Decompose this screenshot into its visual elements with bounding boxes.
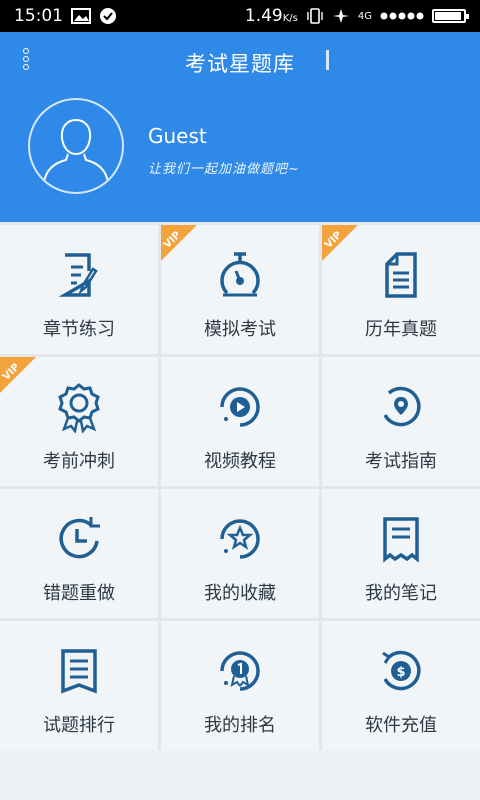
- grid-item-mock-exam[interactable]: VIP 模拟考试: [161, 225, 319, 354]
- username[interactable]: Guest: [148, 124, 207, 148]
- grid-item-label: 考前冲刺: [43, 451, 115, 472]
- status-time: 15:01: [14, 6, 63, 26]
- grid-item-label: 试题排行: [43, 715, 115, 736]
- network-speed: 1.49K/s: [244, 6, 298, 26]
- battery-icon: [432, 9, 469, 23]
- grid-item-label: 模拟考试: [204, 319, 276, 340]
- play-circle-icon: [220, 387, 260, 427]
- grid-item-label: 历年真题: [365, 319, 437, 340]
- grid-item-label: 章节练习: [43, 319, 115, 340]
- ranking-list-icon: [61, 649, 97, 694]
- grid-item-label: 我的收藏: [204, 583, 276, 604]
- hotspot-icon: [332, 7, 350, 25]
- grid-item-video-tutorials[interactable]: 视频教程: [161, 357, 319, 486]
- grid-item-past-papers[interactable]: VIP 历年真题: [322, 225, 480, 354]
- slogan: 让我们一起加油做题吧~: [148, 162, 300, 177]
- receipt-note-icon: [383, 517, 419, 563]
- divider-icon: [326, 50, 329, 70]
- vibrate-icon: [306, 7, 324, 25]
- app-title: 考试星题库: [185, 52, 295, 76]
- medal-rank-icon: [220, 651, 260, 691]
- grid-item-recharge[interactable]: $ 软件充值: [322, 621, 480, 750]
- svg-text:$: $: [396, 665, 405, 680]
- grid-item-label: 我的笔记: [365, 583, 437, 604]
- network-type: 4G: [357, 10, 372, 22]
- compass-pin-icon: [383, 386, 421, 427]
- feature-grid: 章节练习 VIP 模拟考试 VIP 历年真题 VIP 考前冲刺 视频教程 考试指…: [0, 222, 480, 750]
- bottom-spacer: [0, 750, 480, 799]
- award-badge-icon: [58, 383, 100, 433]
- clock-redo-icon: [59, 517, 100, 559]
- image-icon: [71, 8, 91, 24]
- user-silhouette-icon: [43, 118, 109, 183]
- document-edit-icon: [58, 253, 98, 297]
- check-circle-icon: [99, 7, 117, 25]
- grid-item-label: 我的排名: [204, 715, 276, 736]
- status-bar: 15:01 1.49K/s 4G: [0, 0, 480, 32]
- signal-icon: [380, 11, 424, 21]
- grid-item-question-ranking[interactable]: 试题排行: [0, 621, 158, 750]
- avatar[interactable]: [28, 98, 124, 194]
- header: 考试星题库 Guest 让我们一起加油做题吧~: [0, 32, 480, 222]
- grid-item-redo-mistakes[interactable]: 错题重做: [0, 489, 158, 618]
- grid-item-label: 软件充值: [365, 715, 437, 736]
- coin-recharge-icon: $: [382, 650, 421, 691]
- grid-item-exam-guide[interactable]: 考试指南: [322, 357, 480, 486]
- grid-item-label: 错题重做: [43, 583, 115, 604]
- grid-item-label: 考试指南: [365, 451, 437, 472]
- grid-item-label: 视频教程: [204, 451, 276, 472]
- stopwatch-icon: [220, 252, 260, 297]
- star-circle-icon: [220, 519, 260, 559]
- grid-item-my-rank[interactable]: 我的排名: [161, 621, 319, 750]
- document-list-icon: [385, 252, 417, 298]
- grid-item-my-favorites[interactable]: 我的收藏: [161, 489, 319, 618]
- grid-item-chapter-practice[interactable]: 章节练习: [0, 225, 158, 354]
- grid-item-my-notes[interactable]: 我的笔记: [322, 489, 480, 618]
- grid-item-final-sprint[interactable]: VIP 考前冲刺: [0, 357, 158, 486]
